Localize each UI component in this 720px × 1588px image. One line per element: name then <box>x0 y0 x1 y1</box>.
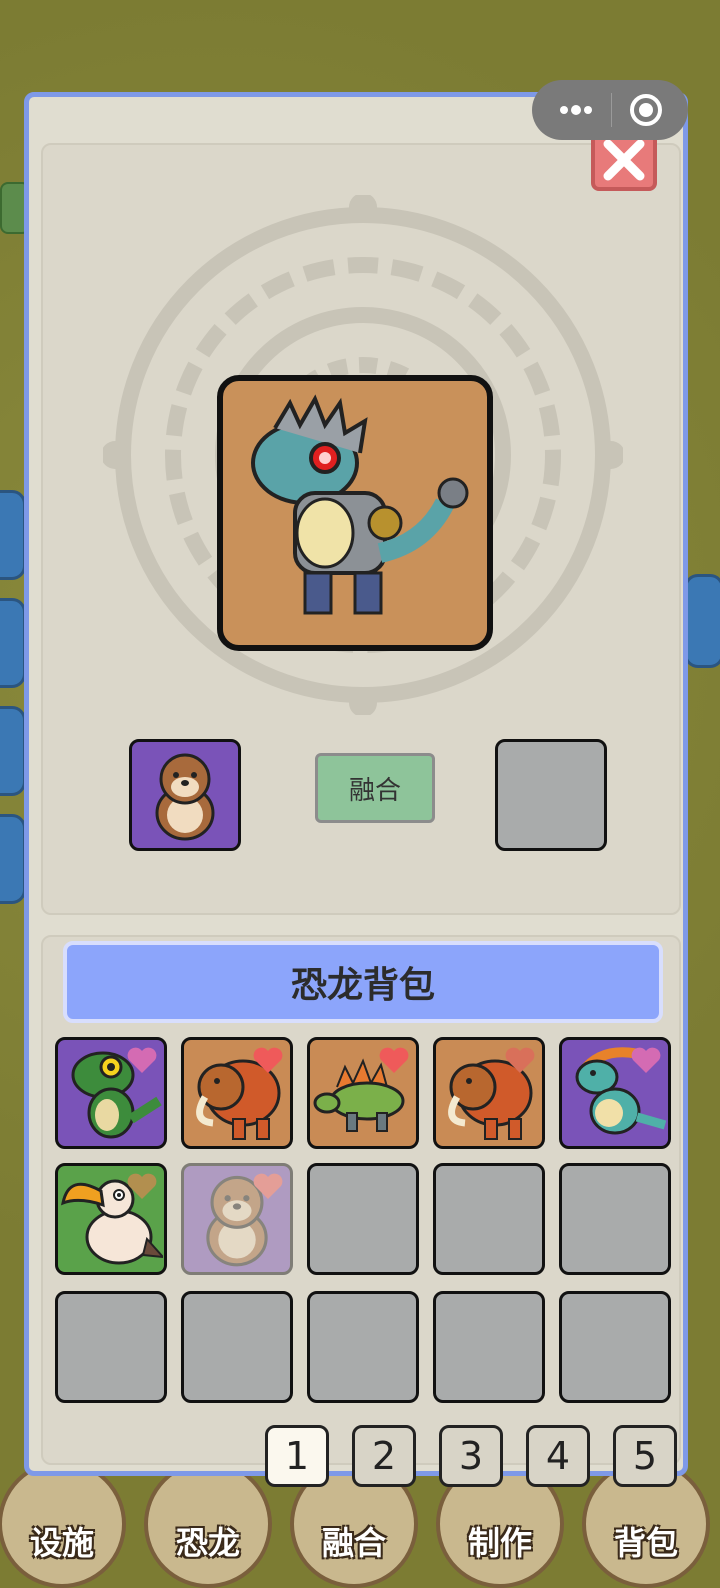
backpack-slot[interactable] <box>55 1037 167 1149</box>
backpack-slot-empty[interactable] <box>181 1291 293 1403</box>
fusion-output-slot[interactable] <box>495 739 607 851</box>
favorite-heart-icon <box>379 1047 409 1073</box>
page-button-3[interactable]: 3 <box>439 1425 503 1487</box>
backpack-slot[interactable] <box>181 1163 293 1275</box>
page-button-4[interactable]: 4 <box>526 1425 590 1487</box>
capsule-divider <box>611 93 613 127</box>
backpack-slot[interactable] <box>181 1037 293 1149</box>
dino-backpack: 恐龙背包 1 2 3 4 5 <box>41 935 681 1487</box>
page-button-1[interactable]: 1 <box>265 1425 329 1487</box>
fusion-panel: 融合 恐龙背包 1 2 3 4 5 <box>24 92 688 1487</box>
favorite-heart-icon <box>127 1173 157 1199</box>
beaver-icon <box>155 753 215 841</box>
side-menu-tab[interactable] <box>0 706 26 796</box>
backpack-slot-empty[interactable] <box>433 1163 545 1275</box>
favorite-heart-icon <box>127 1047 157 1073</box>
side-menu-tab[interactable] <box>0 814 26 904</box>
nav-label: 恐龙 <box>175 1524 240 1562</box>
side-menu-tab-right[interactable] <box>684 574 720 668</box>
miniprogram-capsule <box>532 80 688 140</box>
more-options-icon[interactable] <box>556 104 596 116</box>
nav-dinosaur-button[interactable]: 恐龙 <box>144 1460 272 1588</box>
side-menu-tab[interactable] <box>0 598 26 688</box>
favorite-heart-icon <box>253 1047 283 1073</box>
backpack-slot-empty[interactable] <box>307 1291 419 1403</box>
backpack-title: 恐龙背包 <box>63 941 663 1023</box>
nav-label: 设施 <box>29 1524 94 1562</box>
page-button-2[interactable]: 2 <box>352 1425 416 1487</box>
backpack-slot[interactable] <box>559 1037 671 1149</box>
close-icon <box>603 139 645 181</box>
nav-label: 融合 <box>321 1524 386 1562</box>
nav-label: 背包 <box>613 1524 678 1562</box>
backpack-slot[interactable] <box>433 1037 545 1149</box>
favorite-heart-icon <box>253 1173 283 1199</box>
backpack-slot-empty[interactable] <box>559 1163 671 1275</box>
nav-facilities-button[interactable]: 设施 <box>0 1460 126 1588</box>
favorite-heart-icon <box>505 1047 535 1073</box>
mecha-t-rex-icon <box>251 394 469 615</box>
nav-label: 制作 <box>467 1524 532 1562</box>
favorite-heart-icon <box>631 1047 661 1073</box>
side-menu-tab[interactable] <box>0 490 26 580</box>
backpack-slot-empty[interactable] <box>559 1291 671 1403</box>
backpack-slot-empty[interactable] <box>307 1163 419 1275</box>
fuse-button[interactable]: 融合 <box>315 753 435 823</box>
page-button-5[interactable]: 5 <box>613 1425 677 1487</box>
backpack-slot-empty[interactable] <box>433 1291 545 1403</box>
backpack-slot-empty[interactable] <box>55 1291 167 1403</box>
fusion-result-slot <box>217 375 493 651</box>
fusion-area: 融合 <box>41 143 681 915</box>
backpack-slot[interactable] <box>55 1163 167 1275</box>
exit-miniprogram-icon[interactable] <box>628 92 664 128</box>
backpack-slot[interactable] <box>307 1037 419 1149</box>
fusion-input-slot[interactable] <box>129 739 241 851</box>
